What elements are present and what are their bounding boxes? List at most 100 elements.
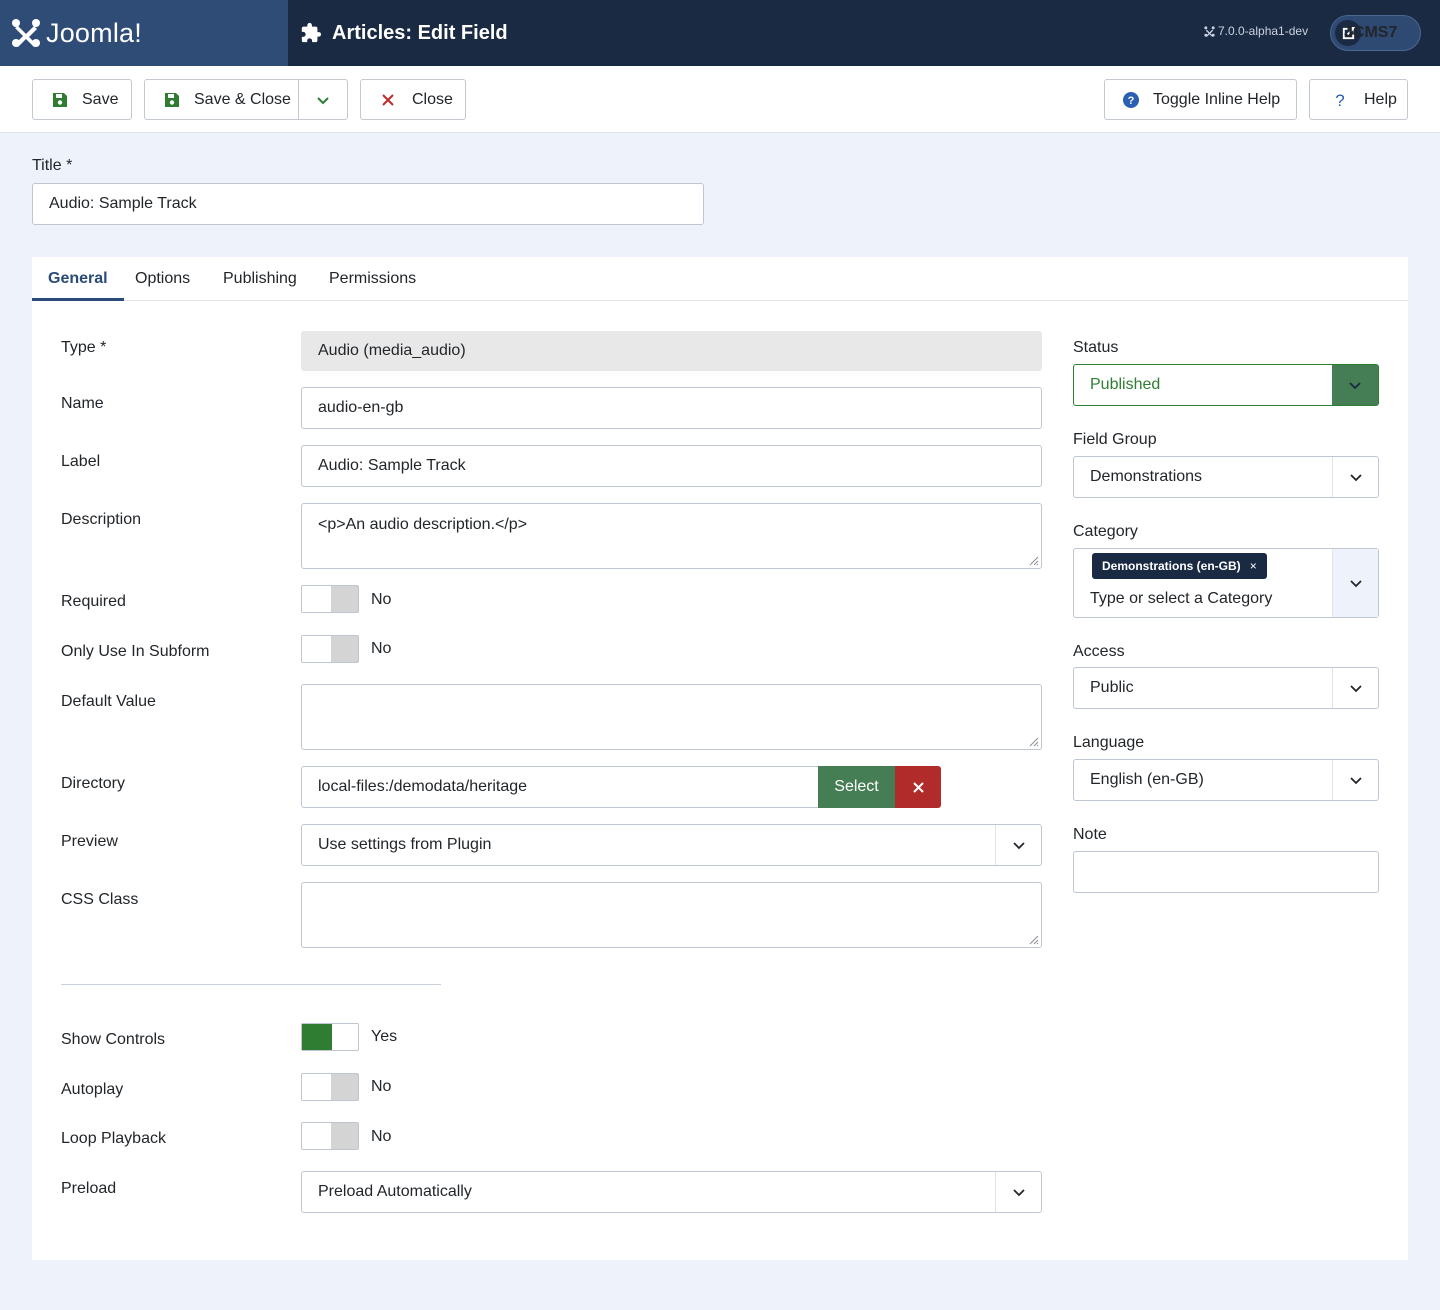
tab-publishing[interactable]: Publishing [223, 257, 297, 301]
autoplay-label: Autoplay [61, 1081, 124, 1098]
close-button[interactable]: Close [360, 79, 466, 120]
required-switch[interactable] [301, 585, 359, 613]
category-select[interactable]: Demonstrations (en-GB) × Type or select … [1073, 548, 1379, 618]
category-search-input[interactable]: Type or select a Category [1090, 590, 1272, 608]
title-input[interactable] [32, 183, 704, 225]
toggle-inline-help-button[interactable]: ? Toggle Inline Help [1104, 79, 1297, 120]
subform-switch[interactable] [301, 635, 359, 663]
default-value-textarea[interactable] [301, 684, 1042, 750]
question-icon: ? [1335, 92, 1344, 108]
version-label: 7.0.0-alpha1-dev [1204, 24, 1308, 38]
close-icon [382, 93, 394, 106]
language-label: Language [1073, 734, 1145, 751]
svg-text:?: ? [1128, 95, 1135, 107]
tab-general[interactable]: General [32, 257, 124, 301]
autoplay-switch[interactable] [301, 1073, 359, 1101]
save-button[interactable]: Save [32, 79, 132, 120]
save-close-label: Save & Close [194, 90, 291, 108]
category-chip[interactable]: Demonstrations (en-GB) × [1092, 553, 1267, 579]
status-label: Status [1073, 339, 1119, 356]
preview-value: Use settings from Plugin [318, 836, 492, 853]
resize-grip-icon[interactable] [1029, 737, 1039, 747]
autoplay-value: No [371, 1078, 392, 1095]
type-field: Audio (media_audio) [301, 331, 1042, 371]
save-icon [165, 92, 179, 107]
language-value: English (en-GB) [1090, 771, 1204, 788]
joomla-logo[interactable]: Joomla! [0, 0, 288, 66]
edit-panel: General Options Publishing Permissions T… [32, 257, 1408, 1260]
preload-value: Preload Automatically [318, 1183, 472, 1200]
description-textarea[interactable]: <p>An audio description.</p> [301, 503, 1042, 569]
save-options-dropdown[interactable] [298, 79, 348, 120]
chevron-down-icon [1012, 842, 1025, 850]
type-label: Type * [61, 339, 107, 356]
tab-bar: General Options Publishing Permissions [32, 257, 1408, 301]
site-name: JCMS7 [1344, 24, 1398, 41]
tab-permissions[interactable]: Permissions [329, 257, 416, 301]
chevron-down-icon [1349, 580, 1362, 588]
svg-text:?: ? [1335, 92, 1344, 108]
access-label: Access [1073, 643, 1125, 660]
help-button[interactable]: ? Help [1309, 79, 1408, 120]
status-value: Published [1090, 376, 1161, 393]
remove-chip-icon[interactable]: × [1250, 559, 1257, 573]
chevron-down-icon [317, 96, 329, 104]
directory-label: Directory [61, 775, 126, 792]
preload-label: Preload [61, 1180, 117, 1197]
toolbar: Save Save & Close Close ? Toggle Inline … [0, 66, 1440, 133]
subform-value: No [371, 640, 392, 657]
save-icon [53, 92, 67, 107]
loop-playback-switch[interactable] [301, 1122, 359, 1150]
subform-label: Only Use In Subform [61, 643, 210, 660]
version-text: 7.0.0-alpha1-dev [1218, 24, 1309, 38]
required-value: No [371, 591, 392, 608]
brand-name: Joomla! [46, 17, 142, 48]
puzzle-icon [301, 22, 322, 43]
resize-grip-icon[interactable] [1029, 556, 1039, 566]
access-select[interactable]: Public [1073, 667, 1379, 709]
section-divider [61, 984, 441, 985]
show-controls-switch[interactable] [301, 1023, 359, 1051]
joomla-logo-icon [12, 19, 40, 47]
page-title: Articles: Edit Field [332, 21, 508, 44]
label-label: Label [61, 453, 101, 470]
select-directory-button[interactable]: Select [818, 766, 895, 808]
field-group-select[interactable]: Demonstrations [1073, 456, 1379, 498]
chevron-down-icon [1349, 474, 1362, 482]
site-link-button[interactable]: JCMS7 [1330, 15, 1421, 51]
access-value: Public [1090, 679, 1134, 696]
language-select[interactable]: English (en-GB) [1073, 759, 1379, 801]
directory-input[interactable]: local-files:/demodata/heritage [301, 766, 819, 808]
tab-options[interactable]: Options [135, 257, 190, 301]
chevron-down-icon [1349, 685, 1362, 693]
css-class-textarea[interactable] [301, 882, 1042, 948]
joomla-small-icon [1204, 25, 1215, 37]
category-chip-label: Demonstrations (en-GB) [1102, 559, 1241, 573]
save-label: Save [82, 90, 119, 108]
close-icon [912, 781, 924, 793]
clear-directory-button[interactable] [895, 766, 941, 808]
category-label: Category [1073, 523, 1138, 540]
label-input[interactable]: Audio: Sample Track [301, 445, 1042, 487]
field-group-value: Demonstrations [1090, 468, 1203, 485]
show-controls-value: Yes [371, 1028, 398, 1045]
preview-select[interactable]: Use settings from Plugin [301, 824, 1042, 866]
field-group-label: Field Group [1073, 431, 1157, 448]
resize-grip-icon[interactable] [1029, 935, 1039, 945]
preload-select[interactable]: Preload Automatically [301, 1171, 1042, 1213]
chevron-down-icon [1349, 777, 1362, 785]
default-value-label: Default Value [61, 693, 156, 710]
css-class-label: CSS Class [61, 891, 139, 908]
loop-playback-label: Loop Playback [61, 1130, 166, 1147]
show-controls-label: Show Controls [61, 1031, 166, 1048]
header-bar: Joomla! Articles: Edit Field 7.0.0-alpha… [0, 0, 1440, 66]
note-input[interactable] [1073, 851, 1379, 893]
save-close-button[interactable]: Save & Close [144, 79, 299, 120]
name-label: Name [61, 395, 104, 412]
description-label: Description [61, 511, 142, 528]
name-input[interactable]: audio-en-gb [301, 387, 1042, 429]
status-select[interactable]: Published [1073, 364, 1379, 406]
question-circle-icon: ? [1123, 91, 1139, 108]
required-label: Required [61, 593, 126, 610]
note-label: Note [1073, 826, 1107, 843]
